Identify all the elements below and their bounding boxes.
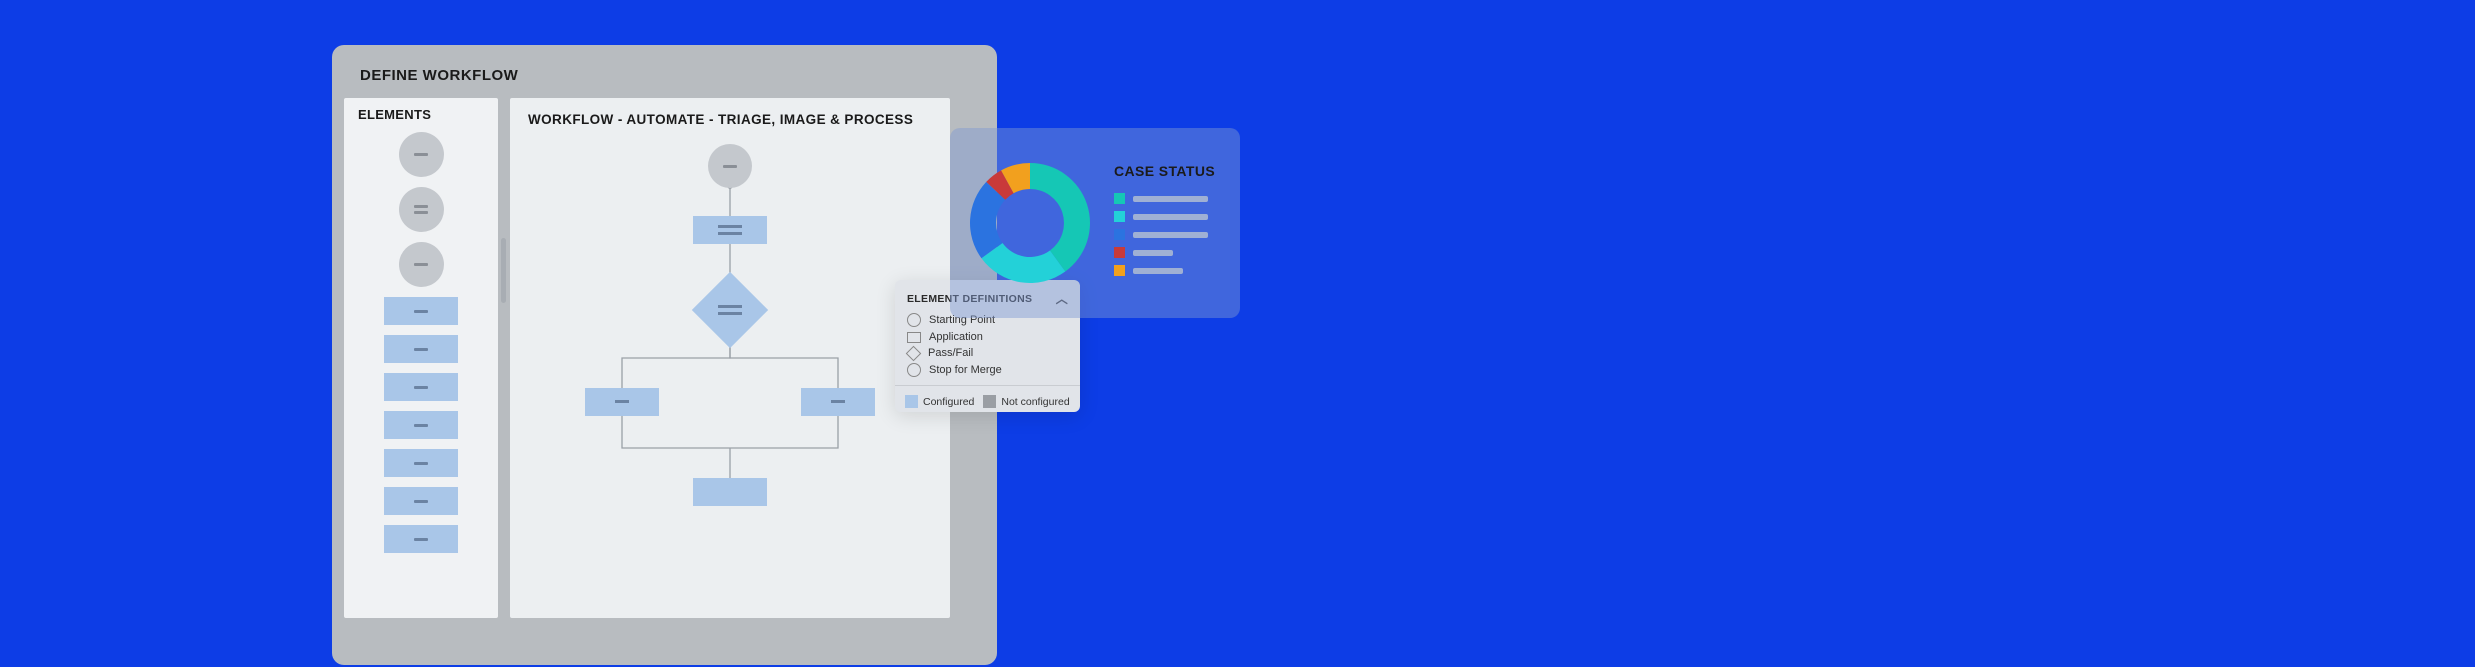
legend-item: [1114, 193, 1222, 204]
definition-item: Application: [895, 329, 1080, 345]
legend-swatch: [1114, 211, 1125, 222]
circle-icon: [907, 363, 921, 377]
circle-icon: [907, 313, 921, 327]
legend-swatch: [1114, 265, 1125, 276]
not-configured-label: Not configured: [1001, 396, 1069, 408]
workflow-canvas[interactable]: WORKFLOW - AUTOMATE - TRIAGE, IMAGE & PR…: [510, 98, 950, 618]
window-title: DEFINE WORKFLOW: [332, 45, 997, 98]
case-status-title: CASE STATUS: [1114, 163, 1222, 179]
legend-item: [1114, 247, 1222, 258]
palette-application-shape[interactable]: [384, 525, 458, 553]
palette-application-shape[interactable]: [384, 297, 458, 325]
elements-panel-title: ELEMENTS: [344, 98, 498, 128]
definition-item: Pass/Fail: [895, 345, 1080, 361]
case-status-donut-chart: [968, 161, 1092, 285]
palette-scrollbar[interactable]: [501, 238, 506, 303]
configured-swatch: [905, 395, 918, 408]
legend-item: [1114, 211, 1222, 222]
palette-process-shape[interactable]: [399, 187, 444, 232]
definition-label: Application: [929, 331, 983, 343]
elements-palette: ELEMENTS: [344, 98, 498, 618]
palette-start-shape[interactable]: [399, 132, 444, 177]
flowchart-diagram: [510, 138, 950, 618]
legend-swatch: [1114, 229, 1125, 240]
legend-swatch: [1114, 247, 1125, 258]
palette-application-shape[interactable]: [384, 335, 458, 363]
node-application[interactable]: [693, 478, 767, 506]
palette-application-shape[interactable]: [384, 449, 458, 477]
legend-item: [1114, 229, 1222, 240]
palette-application-shape[interactable]: [384, 411, 458, 439]
palette-application-shape[interactable]: [384, 373, 458, 401]
palette-application-shape[interactable]: [384, 487, 458, 515]
definition-label: Stop for Merge: [929, 364, 1002, 376]
configured-label: Configured: [923, 396, 974, 408]
definition-label: Pass/Fail: [928, 347, 973, 359]
rectangle-icon: [907, 332, 921, 343]
definitions-legend: Configured Not configured: [895, 385, 1080, 417]
not-configured-swatch: [983, 395, 996, 408]
node-application[interactable]: [693, 216, 767, 244]
canvas-title: WORKFLOW - AUTOMATE - TRIAGE, IMAGE & PR…: [510, 98, 950, 137]
legend-swatch: [1114, 193, 1125, 204]
legend-item: [1114, 265, 1222, 276]
diamond-icon: [906, 345, 922, 361]
palette-stop-shape[interactable]: [399, 242, 444, 287]
case-status-card: CASE STATUS: [950, 128, 1240, 318]
definition-item: Stop for Merge: [895, 361, 1080, 379]
node-decision[interactable]: [692, 272, 768, 348]
